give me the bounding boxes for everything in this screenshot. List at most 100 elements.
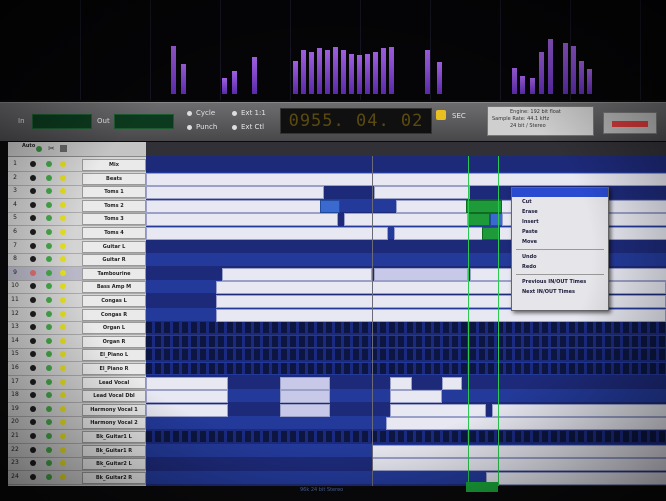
solo-icon[interactable] (60, 215, 66, 222)
record-arm-icon[interactable] (30, 297, 36, 303)
audio-waveform[interactable] (146, 363, 666, 374)
solo-icon[interactable] (60, 256, 66, 263)
audio-region[interactable] (280, 403, 330, 417)
monitor-icon[interactable] (46, 378, 52, 385)
track-row[interactable]: 22 Bk_Guitar1 R (8, 444, 146, 458)
solo-icon[interactable] (60, 433, 66, 439)
track-name[interactable]: Lead Vocal Dbl (82, 390, 146, 403)
menu-item-undo[interactable]: Undo (512, 252, 608, 262)
record-arm-icon[interactable] (30, 460, 36, 467)
solo-icon[interactable] (60, 324, 66, 331)
track-name[interactable]: Bk_Guitar2 R (82, 471, 146, 484)
record-arm-icon[interactable] (30, 337, 36, 344)
record-arm-icon[interactable] (30, 269, 36, 276)
record-arm-icon[interactable] (30, 215, 36, 222)
record-arm-icon[interactable] (30, 419, 36, 426)
solo-icon[interactable] (60, 473, 66, 480)
menu-item-next-in-out[interactable]: Next IN/OUT Times (512, 287, 608, 297)
in-time-display[interactable] (32, 114, 92, 129)
monitor-icon[interactable] (46, 433, 52, 439)
record-arm-icon[interactable] (30, 433, 36, 439)
track-row[interactable]: 14 Organ R (8, 335, 146, 349)
monitor-icon[interactable] (46, 460, 52, 467)
audio-waveform[interactable] (146, 431, 666, 442)
track-name[interactable]: Lead Vocal (82, 376, 146, 389)
audio-region[interactable] (146, 186, 324, 200)
audio-region[interactable] (320, 199, 340, 213)
solo-icon[interactable] (60, 365, 66, 371)
menu-item-cut[interactable]: Cut (512, 197, 608, 207)
scissors-icon[interactable]: ✂ (48, 144, 55, 153)
audio-waveform[interactable] (146, 322, 666, 334)
sync-indicator-icon[interactable] (436, 110, 446, 120)
monitor-icon[interactable] (46, 215, 52, 222)
audio-region[interactable] (486, 471, 666, 485)
track-row[interactable]: 20 Harmony Vocal 2 (8, 416, 146, 431)
track-row[interactable]: 3 Toms 1 (8, 185, 146, 200)
track-name[interactable]: Toms 3 (82, 213, 146, 226)
track-name[interactable]: Congas L (82, 295, 146, 307)
track-row[interactable]: 17 Lead Vocal (8, 376, 146, 390)
track-row[interactable]: 2 Beats (8, 172, 146, 186)
record-arm-icon[interactable] (30, 283, 36, 290)
monitor-icon[interactable] (46, 365, 52, 371)
audio-region[interactable] (146, 227, 388, 240)
monitor-icon[interactable] (46, 446, 52, 453)
solo-icon[interactable] (60, 419, 66, 426)
record-arm-icon[interactable] (30, 473, 36, 480)
monitor-icon[interactable] (46, 419, 52, 426)
track-name[interactable]: Tambourine (82, 267, 146, 280)
audio-region[interactable] (146, 172, 666, 186)
position-counter[interactable]: 0955. 04. 02 (280, 108, 432, 134)
solo-icon[interactable] (60, 174, 66, 181)
solo-icon[interactable] (60, 229, 66, 235)
audio-region[interactable] (146, 390, 228, 404)
monitor-icon[interactable] (46, 337, 52, 344)
audio-region[interactable] (222, 267, 372, 281)
monitor-icon[interactable] (46, 405, 52, 412)
track-name[interactable]: Bk_Guitar2 L (82, 458, 146, 471)
audio-region[interactable] (466, 199, 502, 213)
monitor-icon[interactable] (46, 297, 52, 303)
track-name[interactable]: Guitar R (82, 254, 146, 267)
record-arm-icon[interactable] (30, 256, 36, 263)
solo-icon[interactable] (60, 351, 66, 358)
record-arm-icon[interactable] (30, 174, 36, 181)
audio-region[interactable] (146, 213, 338, 227)
ext-ctrl-button[interactable] (232, 125, 237, 130)
punch-button[interactable] (187, 125, 192, 130)
monitor-icon[interactable] (46, 229, 52, 235)
record-arm-icon[interactable] (30, 392, 36, 399)
solo-icon[interactable] (60, 269, 66, 276)
audio-region[interactable] (374, 267, 468, 281)
track-row[interactable]: 15 El_Piano L (8, 348, 146, 363)
audio-region[interactable] (394, 227, 496, 240)
menu-item-erase[interactable]: Erase (512, 207, 608, 217)
track-name[interactable]: Beats (82, 172, 146, 185)
track-row[interactable]: 9 Tambourine (8, 266, 146, 281)
solo-icon[interactable] (60, 378, 66, 385)
solo-icon[interactable] (60, 201, 66, 208)
audio-region[interactable] (280, 390, 330, 404)
solo-icon[interactable] (60, 405, 66, 412)
audio-region[interactable] (390, 403, 486, 417)
record-arm-icon[interactable] (30, 188, 36, 195)
record-arm-icon[interactable] (30, 242, 36, 249)
monitor-icon[interactable] (46, 351, 52, 358)
track-row[interactable]: 19 Harmony Vocal 1 (8, 403, 146, 417)
monitor-icon[interactable] (46, 161, 52, 167)
monitor-icon[interactable] (46, 283, 52, 290)
menu-item-paste[interactable]: Paste (512, 227, 608, 237)
audio-region[interactable] (442, 376, 462, 390)
track-row[interactable]: 11 Congas L (8, 294, 146, 308)
monitor-icon[interactable] (46, 324, 52, 331)
monitor-icon[interactable] (46, 174, 52, 181)
track-name[interactable]: Bk_Guitar1 L (82, 431, 146, 443)
solo-icon[interactable] (60, 310, 66, 317)
track-row[interactable]: 5 Toms 3 (8, 212, 146, 227)
track-row[interactable]: 7 Guitar L (8, 240, 146, 254)
in-marker-line[interactable] (468, 156, 469, 486)
track-row[interactable]: 16 El_Piano R (8, 362, 146, 376)
audio-region[interactable] (280, 376, 330, 390)
audio-region[interactable] (344, 213, 468, 227)
